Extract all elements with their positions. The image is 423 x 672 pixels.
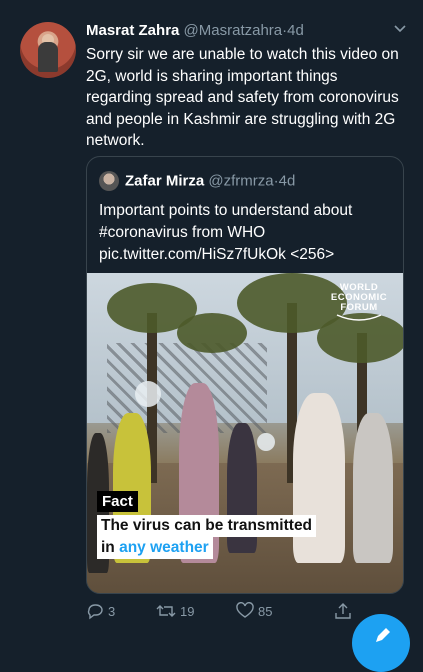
caption-line: The virus can be transmitted [97,515,317,537]
like-icon [236,602,254,618]
chevron-down-icon[interactable] [392,20,408,36]
tweet-time[interactable]: 4d [287,22,304,39]
caption-line: in any weather [97,537,213,559]
compose-icon [376,628,390,642]
share-button[interactable] [334,600,356,622]
reply-count: 3 [108,603,116,619]
caption-accent: any weather [119,539,209,556]
balloon [257,433,275,451]
balloon [135,381,161,407]
retweet-button[interactable]: 19 [156,600,194,622]
quoted-text-line: Important points to understand about [99,202,353,219]
pedestrian [353,413,393,563]
fact-label: Fact [97,491,138,512]
retweet-icon [156,605,176,617]
video-caption: The virus can be transmitted in any weat… [97,515,357,559]
quoted-tweet[interactable]: Zafar Mirza @zfrmrza·4d Important points… [86,156,404,594]
quoted-header: Zafar Mirza @zfrmrza·4d [99,171,295,193]
quoted-text: Important points to understand about #co… [99,200,389,266]
like-button[interactable]: 85 [236,600,272,622]
retweet-count: 19 [180,603,195,619]
palm-canopy [177,313,247,353]
logo-arc [336,314,382,321]
caption-prefix: in [101,539,120,556]
quoted-author-handle: @zfrmrza [208,172,274,190]
tweet-header: Masrat Zahra @Masratzahra·4d [86,22,406,46]
logo-line: FORUM [340,302,378,313]
author-name[interactable]: Masrat Zahra [86,22,179,39]
quoted-author-name: Zafar Mirza [125,172,205,190]
avatar-figure [38,42,58,72]
share-icon [335,603,351,619]
compose-button[interactable] [352,614,410,672]
quoted-text-line: pic.twitter.com/HiSz7fUkOk <256> [99,246,335,263]
author-handle[interactable]: @Masratzahra [184,22,283,39]
world-economic-forum-logo: WORLD ECONOMIC FORUM [323,283,395,313]
quoted-avatar [99,171,119,191]
reply-icon [87,604,103,620]
tweet[interactable]: Masrat Zahra @Masratzahra·4d Sorry sir w… [0,0,423,672]
video-thumbnail[interactable]: WORLD ECONOMIC FORUM Fact The virus can … [87,273,403,593]
reply-button[interactable]: 3 [86,600,115,622]
like-count: 85 [258,603,273,619]
tweet-text: Sorry sir we are unable to watch this vi… [86,46,399,149]
quoted-text-line: #coronavirus from WHO [99,224,266,241]
action-bar: 3 19 85 [86,600,366,622]
avatar[interactable] [20,22,76,78]
quoted-time: 4d [278,172,296,190]
